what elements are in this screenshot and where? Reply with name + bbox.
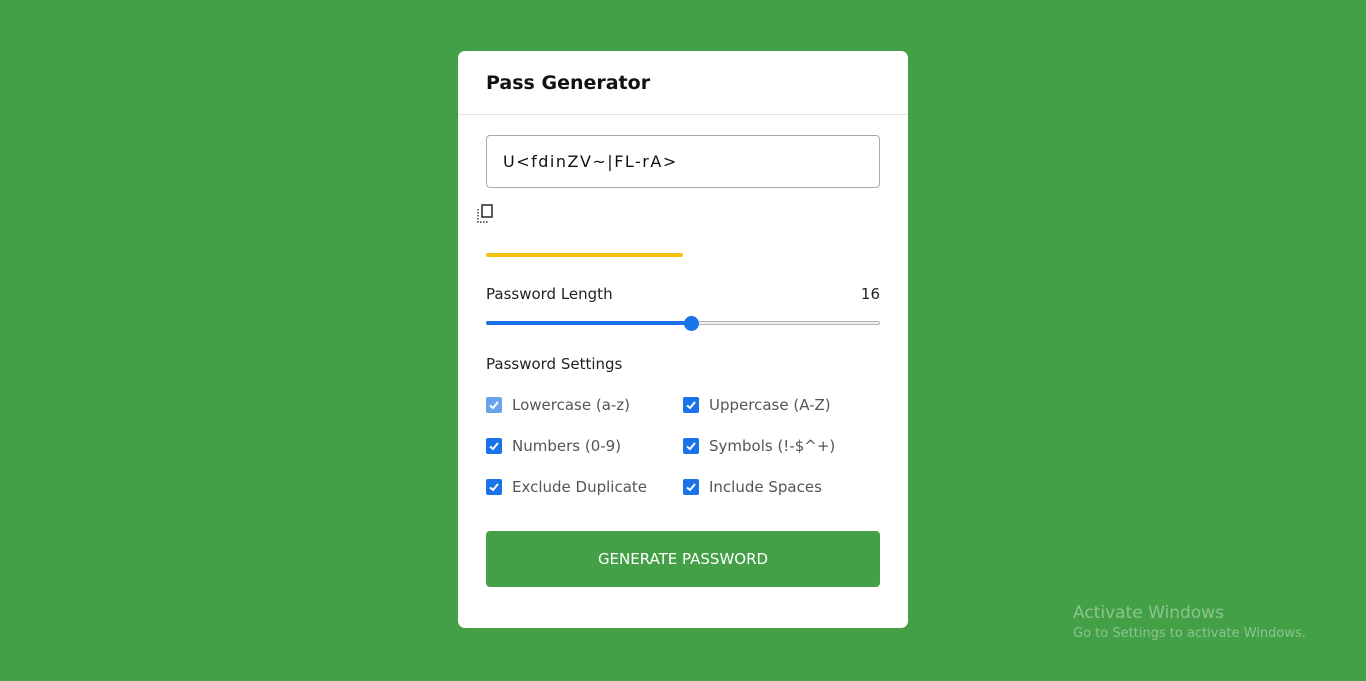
watermark-title: Activate Windows bbox=[1073, 603, 1224, 623]
copy-button[interactable] bbox=[474, 202, 496, 226]
generate-password-button[interactable]: GENERATE PASSWORD bbox=[486, 531, 880, 587]
checkmark-icon bbox=[489, 483, 499, 492]
checkmark-icon bbox=[686, 442, 696, 451]
lowercase-checkbox[interactable] bbox=[486, 397, 502, 413]
exclude-duplicate-label: Exclude Duplicate bbox=[512, 478, 647, 496]
password-output-field[interactable] bbox=[486, 135, 880, 188]
symbols-checkbox[interactable] bbox=[683, 438, 699, 454]
activate-windows-watermark: Activate Windows Go to Settings to activ… bbox=[1073, 603, 1306, 641]
include-spaces-label: Include Spaces bbox=[709, 478, 822, 496]
copy-icon bbox=[477, 204, 493, 223]
uppercase-label: Uppercase (A-Z) bbox=[709, 396, 831, 414]
uppercase-checkbox[interactable] bbox=[683, 397, 699, 413]
checkmark-icon bbox=[686, 401, 696, 410]
option-numbers[interactable]: Numbers (0-9) bbox=[486, 436, 683, 456]
slider-fill bbox=[486, 321, 691, 325]
password-length-row: Password Length 16 bbox=[486, 285, 880, 303]
symbols-label: Symbols (!-$^+) bbox=[709, 437, 836, 455]
strength-bar-fill bbox=[486, 253, 683, 257]
numbers-label: Numbers (0-9) bbox=[512, 437, 622, 455]
option-symbols[interactable]: Symbols (!-$^+) bbox=[683, 436, 880, 456]
option-include-spaces[interactable]: Include Spaces bbox=[683, 477, 880, 497]
password-settings-options: Lowercase (a-z) Uppercase (A-Z) Numbers … bbox=[486, 395, 880, 497]
app-title: Pass Generator bbox=[486, 71, 651, 94]
password-length-value: 16 bbox=[860, 285, 880, 303]
include-spaces-checkbox[interactable] bbox=[683, 479, 699, 495]
password-length-slider[interactable] bbox=[486, 316, 880, 331]
password-generator-card: Pass Generator Password Length 16 Passwo… bbox=[458, 51, 908, 628]
watermark-subtitle: Go to Settings to activate Windows. bbox=[1073, 626, 1306, 641]
lowercase-label: Lowercase (a-z) bbox=[512, 396, 631, 414]
option-exclude-duplicate[interactable]: Exclude Duplicate bbox=[486, 477, 683, 497]
option-uppercase[interactable]: Uppercase (A-Z) bbox=[683, 395, 880, 415]
checkmark-icon bbox=[489, 401, 499, 410]
exclude-duplicate-checkbox[interactable] bbox=[486, 479, 502, 495]
password-settings-title: Password Settings bbox=[486, 355, 623, 373]
numbers-checkbox[interactable] bbox=[486, 438, 502, 454]
slider-thumb[interactable] bbox=[683, 316, 699, 331]
password-strength-indicator bbox=[486, 253, 880, 257]
password-length-label: Password Length bbox=[486, 285, 613, 303]
card-header: Pass Generator bbox=[458, 51, 908, 115]
option-lowercase[interactable]: Lowercase (a-z) bbox=[486, 395, 683, 415]
checkmark-icon bbox=[686, 483, 696, 492]
checkmark-icon bbox=[489, 442, 499, 451]
